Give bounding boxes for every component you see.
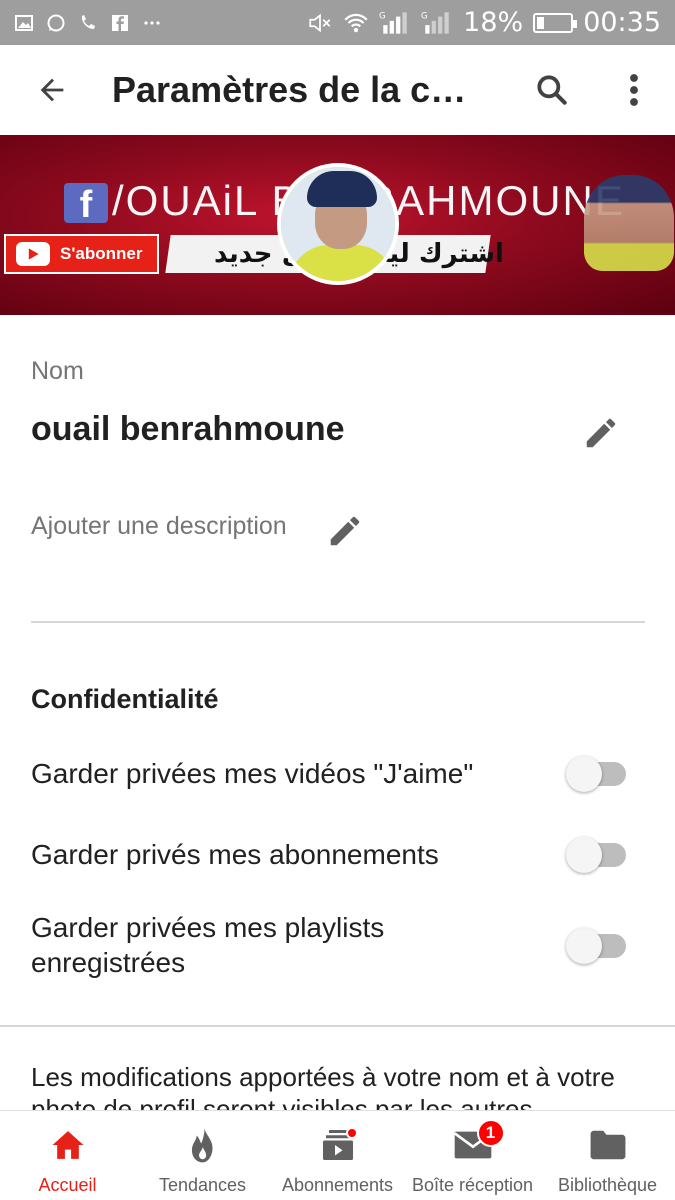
subscriptions-icon: [318, 1125, 358, 1165]
add-description-field[interactable]: Ajouter une description: [31, 512, 287, 541]
youtube-play-icon: [16, 242, 50, 266]
battery-icon: [533, 12, 578, 33]
inbox-count-badge: 1: [476, 1119, 505, 1147]
arrow-back-icon: [40, 78, 64, 102]
nav-label: Bibliothèque: [557, 1175, 658, 1195]
mute-icon: [309, 13, 331, 32]
search-icon: [537, 75, 567, 105]
setting-private-playlists-label: Garder privées mes playlists enregistrée…: [31, 912, 385, 978]
flame-icon: [183, 1125, 223, 1165]
setting-private-subscriptions-label: Garder privés mes abonnements: [31, 839, 439, 870]
private-likes-toggle[interactable]: [566, 754, 626, 794]
inbox-icon: 1: [453, 1119, 505, 1165]
edit-name-button[interactable]: [578, 410, 624, 456]
pencil-icon: [586, 418, 616, 448]
battery-percent: 18%: [463, 7, 524, 38]
nav-inbox[interactable]: 1 Boîte réception: [405, 1111, 540, 1200]
divider: [31, 621, 645, 623]
nav-label: Abonnements: [281, 1175, 394, 1195]
home-icon: [48, 1125, 88, 1165]
profile-change-notice: Les modifications apportées à votre nom …: [31, 1062, 615, 1111]
nav-label: Boîte réception: [411, 1175, 534, 1195]
nav-trending[interactable]: Tendances: [135, 1111, 270, 1200]
more-vert-icon: [630, 74, 638, 106]
private-subscriptions-toggle[interactable]: [566, 835, 626, 875]
back-button[interactable]: [22, 60, 82, 120]
banner-subscribe-label: S'abonner: [60, 244, 143, 263]
nav-label: Accueil: [38, 1175, 97, 1195]
image-icon: [15, 14, 33, 31]
banner-portrait: [584, 175, 674, 271]
more-options-button[interactable]: [604, 60, 664, 120]
setting-private-likes-label: Garder privées mes vidéos "J'aime": [31, 758, 474, 789]
pencil-icon: [330, 516, 360, 546]
bottom-navigation: Accueil Tendances Abonnements 1 Boîte ré…: [0, 1110, 675, 1200]
system-status: G G 18% 00:35: [307, 7, 661, 38]
name-label: Nom: [31, 357, 84, 385]
divider: [0, 1025, 675, 1027]
private-playlists-toggle[interactable]: [566, 926, 626, 966]
edit-description-button[interactable]: [322, 508, 368, 554]
svg-text:G: G: [379, 11, 386, 21]
banner-subscribe-graphic: S'abonner: [4, 234, 159, 274]
app-bar: Paramètres de la chaîne: [0, 45, 675, 135]
folder-icon: [588, 1125, 628, 1165]
signal-sim2-icon: G: [421, 11, 449, 34]
notification-icons: [14, 13, 162, 33]
nav-home[interactable]: Accueil: [0, 1111, 135, 1200]
clock: 00:35: [583, 7, 661, 38]
profile-avatar[interactable]: [277, 163, 399, 285]
page-title: Paramètres de la chaîne: [112, 69, 482, 110]
new-content-dot: [345, 1127, 358, 1139]
search-button[interactable]: [522, 60, 582, 120]
svg-text:G: G: [421, 11, 428, 21]
wifi-icon: [344, 13, 368, 32]
status-bar: G G 18% 00:35: [0, 0, 675, 45]
signal-sim1-icon: G: [379, 11, 407, 34]
call-icon: [81, 14, 95, 29]
banner-facebook-logo: f: [64, 183, 108, 226]
whatsapp-icon: [47, 14, 65, 31]
nav-label: Tendances: [158, 1175, 247, 1195]
nav-subscriptions[interactable]: Abonnements: [270, 1111, 405, 1200]
channel-name: ouail benrahmoune: [31, 410, 345, 448]
privacy-section-title: Confidentialité: [31, 684, 219, 714]
facebook-icon: [112, 14, 128, 31]
more-notifications-icon: [144, 20, 160, 25]
nav-library[interactable]: Bibliothèque: [540, 1111, 675, 1200]
